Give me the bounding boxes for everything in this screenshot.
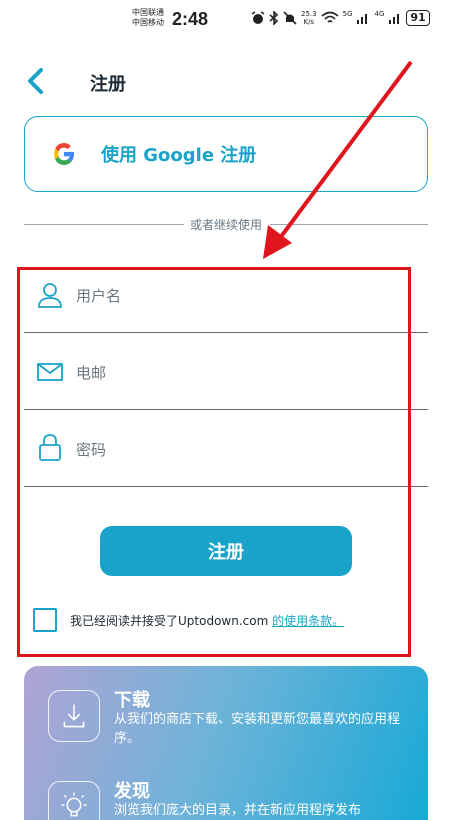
user-icon — [38, 283, 62, 308]
chevron-left-icon[interactable] — [24, 66, 48, 96]
promo-title-download: 下载 — [114, 690, 150, 711]
carrier-info: 中国联通 中国移动 — [132, 8, 164, 28]
terms-label: 我已经阅读并接受了Uptodown.com — [70, 614, 273, 628]
battery-icon: 91 — [406, 10, 430, 26]
net-speed-unit: K/s — [303, 18, 315, 26]
password-field[interactable]: 密码 — [24, 411, 428, 487]
username-field[interactable]: 用户名 — [24, 257, 428, 333]
username-placeholder: 用户名 — [76, 287, 122, 305]
register-button[interactable]: 注册 — [100, 526, 352, 576]
carrier-2: 中国移动 — [132, 18, 164, 27]
net-4g-label: 4G — [374, 10, 385, 18]
divider-left — [24, 224, 184, 225]
download-icon — [48, 690, 100, 742]
signal-icon — [389, 14, 400, 24]
email-field[interactable]: 电邮 — [24, 334, 428, 410]
wifi-icon — [321, 11, 339, 23]
promo-card: 下载 从我们的商店下载、安装和更新您最喜欢的应用程序。 发现 浏览我们庞大的目录… — [24, 666, 428, 820]
terms-link[interactable]: 的使用条款。 — [272, 614, 344, 628]
alarm-icon — [251, 11, 265, 24]
google-signup-button[interactable]: 使用 Google 注册 — [24, 116, 428, 192]
promo-desc-discover: 浏览我们庞大的目录，并在新应用程序发布 — [114, 803, 362, 818]
promo-desc-download: 从我们的商店下载、安装和更新您最喜欢的应用程序。 — [114, 712, 401, 746]
terms-checkbox[interactable] — [33, 608, 57, 632]
bluetooth-icon — [269, 11, 279, 25]
google-signup-label: 使用 Google 注册 — [101, 145, 257, 166]
lock-icon — [39, 434, 61, 461]
divider-text: 或者继续使用 — [186, 216, 267, 233]
google-logo-icon — [54, 143, 74, 165]
divider-right — [270, 224, 428, 225]
mute-icon — [283, 11, 297, 25]
net-speed-value: 25.3 — [301, 10, 317, 18]
carrier-1: 中国联通 — [132, 8, 164, 17]
mail-icon — [37, 363, 63, 381]
net-5g-label: 5G — [342, 10, 353, 18]
net-speed: 25.3 K/s — [301, 10, 317, 26]
lightbulb-icon — [48, 781, 100, 820]
email-placeholder: 电邮 — [76, 364, 107, 382]
terms-text: 我已经阅读并接受了Uptodown.com 的使用条款。 — [70, 612, 344, 629]
clock: 2:48 — [172, 9, 209, 29]
status-icons: 25.3 K/s 5G 4G 91 — [251, 10, 430, 26]
password-placeholder: 密码 — [76, 441, 107, 459]
status-bar: 中国联通 中国移动 2:48 25.3 K/s 5G 4G 91 — [0, 0, 458, 40]
signal-icon — [357, 14, 368, 24]
page-title: 注册 — [90, 74, 126, 95]
promo-title-discover: 发现 — [114, 781, 150, 802]
